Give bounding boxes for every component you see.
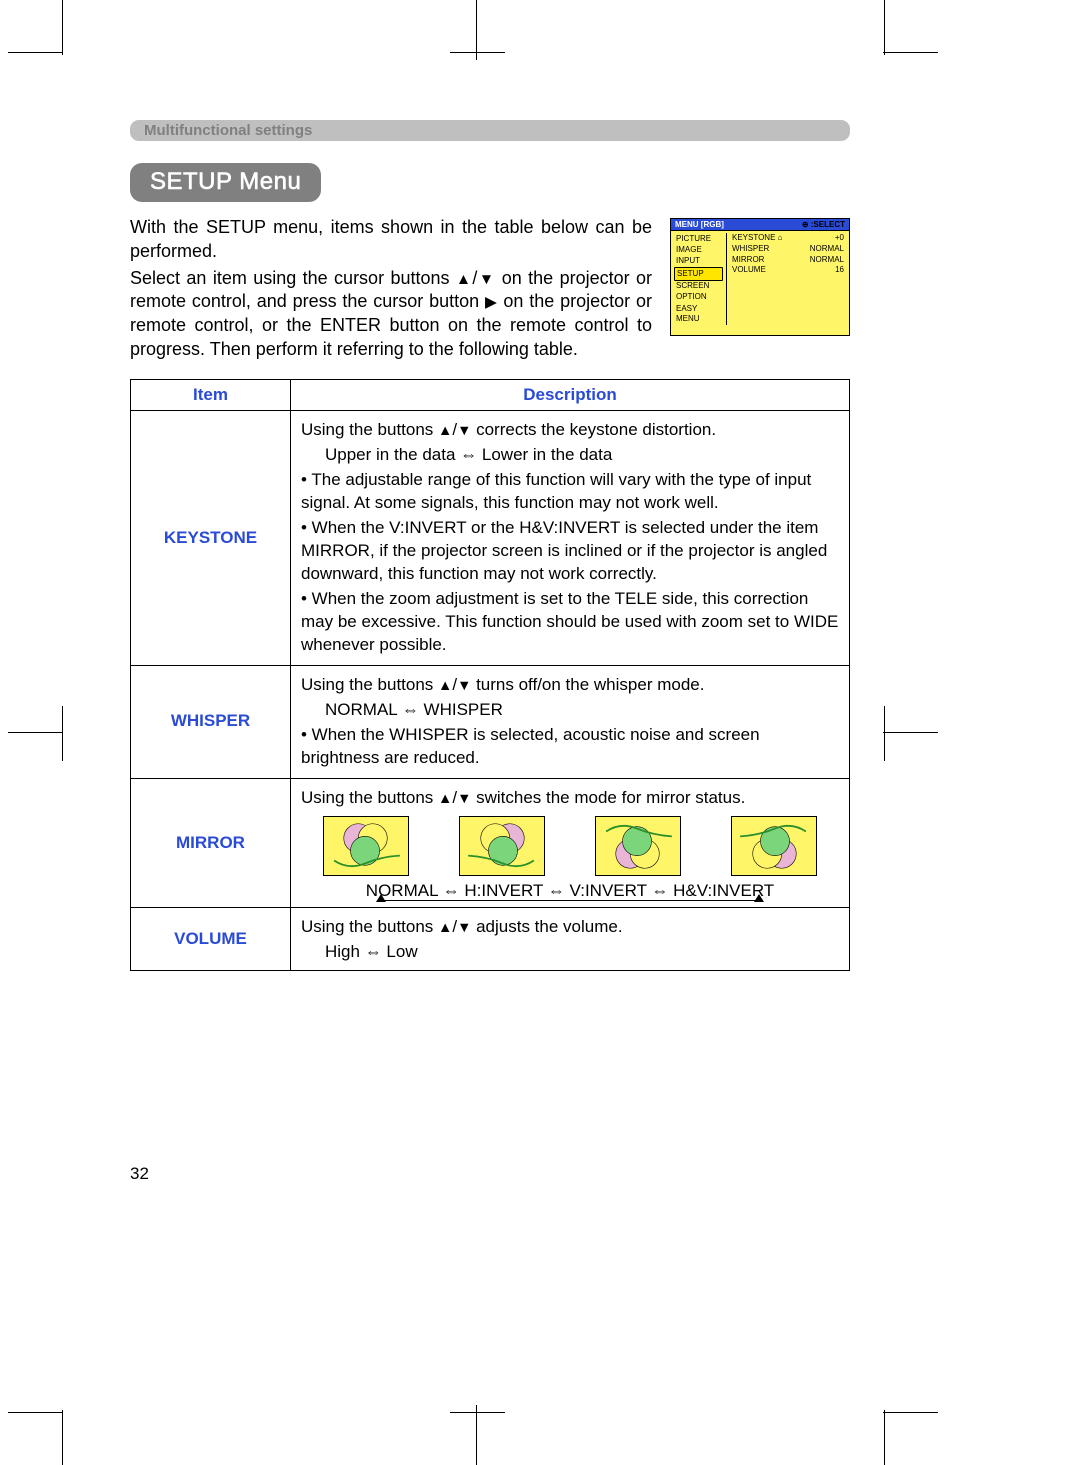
osd-right-row: KEYSTONE ⌂+0: [730, 233, 846, 244]
up-triangle-icon: [438, 675, 452, 694]
intro-p1: With the SETUP menu, items shown in the …: [130, 216, 652, 264]
desc-cell: Using the buttons / switches the mode fo…: [291, 778, 850, 908]
osd-left-item: PICTURE: [674, 233, 723, 244]
double-arrow-icon: [402, 700, 419, 719]
select-icon: ⊕: [802, 220, 809, 229]
osd-right-row: MIRRORNORMAL: [730, 255, 846, 266]
desc-cell: Using the buttons / adjusts the volume. …: [291, 908, 850, 971]
up-triangle-icon: [438, 917, 452, 936]
mirror-graphic-row: [301, 816, 839, 876]
item-cell: MIRROR: [131, 778, 291, 908]
table-row: VOLUME Using the buttons / adjusts the v…: [131, 908, 850, 971]
osd-title: MENU [RGB]: [675, 220, 724, 229]
page-number: 32: [130, 1164, 149, 1184]
table-row: KEYSTONE Using the buttons / corrects th…: [131, 411, 850, 665]
mirror-hvinvert: [731, 816, 817, 876]
osd-right-row: VOLUME16: [730, 265, 846, 276]
intro-p2: Select an item using the cursor buttons …: [130, 267, 652, 362]
item-cell: KEYSTONE: [131, 411, 291, 665]
right-triangle-icon: [485, 291, 498, 311]
osd-left-item: INPUT: [674, 256, 723, 267]
osd-left-item: SETUP: [674, 267, 723, 280]
double-arrow-icon: [365, 942, 382, 961]
osd-left-item: IMAGE: [674, 244, 723, 255]
down-triangle-icon: [457, 917, 471, 936]
mirror-normal: [323, 816, 409, 876]
double-arrow-icon: [460, 445, 477, 464]
up-triangle-icon: [438, 788, 452, 807]
down-triangle-icon: [457, 675, 471, 694]
osd-screenshot: MENU [RGB] ⊕ :SELECT PICTUREIMAGEINPUTSE…: [670, 218, 850, 336]
osd-left-item: SCREEN: [674, 281, 723, 292]
col-desc: Description: [291, 379, 850, 411]
down-triangle-icon: [457, 788, 471, 807]
osd-select-label: :SELECT: [811, 220, 845, 229]
up-triangle-icon: [456, 268, 473, 288]
mirror-hinvert: [459, 816, 545, 876]
osd-left-item: OPTION: [674, 292, 723, 303]
col-item: Item: [131, 379, 291, 411]
mirror-vinvert: [595, 816, 681, 876]
item-cell: VOLUME: [131, 908, 291, 971]
desc-cell: Using the buttons / turns off/on the whi…: [291, 665, 850, 778]
desc-cell: Using the buttons / corrects the keyston…: [291, 411, 850, 665]
osd-left-item: EASY MENU: [674, 303, 723, 325]
osd-right-row: WHISPERNORMAL: [730, 244, 846, 255]
table-row: MIRROR Using the buttons / switches the …: [131, 778, 850, 908]
intro-text: With the SETUP menu, items shown in the …: [130, 216, 652, 365]
mirror-loop-arrow: [301, 900, 839, 901]
page-content: Multifunctional settings SETUP Menu With…: [130, 120, 850, 971]
setup-table: Item Description KEYSTONE Using the butt…: [130, 379, 850, 972]
down-triangle-icon: [477, 268, 495, 288]
section-bar: Multifunctional settings: [130, 120, 850, 141]
page-title: SETUP Menu: [130, 163, 321, 202]
table-row: WHISPER Using the buttons / turns off/on…: [131, 665, 850, 778]
item-cell: WHISPER: [131, 665, 291, 778]
up-triangle-icon: [438, 420, 452, 439]
down-triangle-icon: [457, 420, 471, 439]
